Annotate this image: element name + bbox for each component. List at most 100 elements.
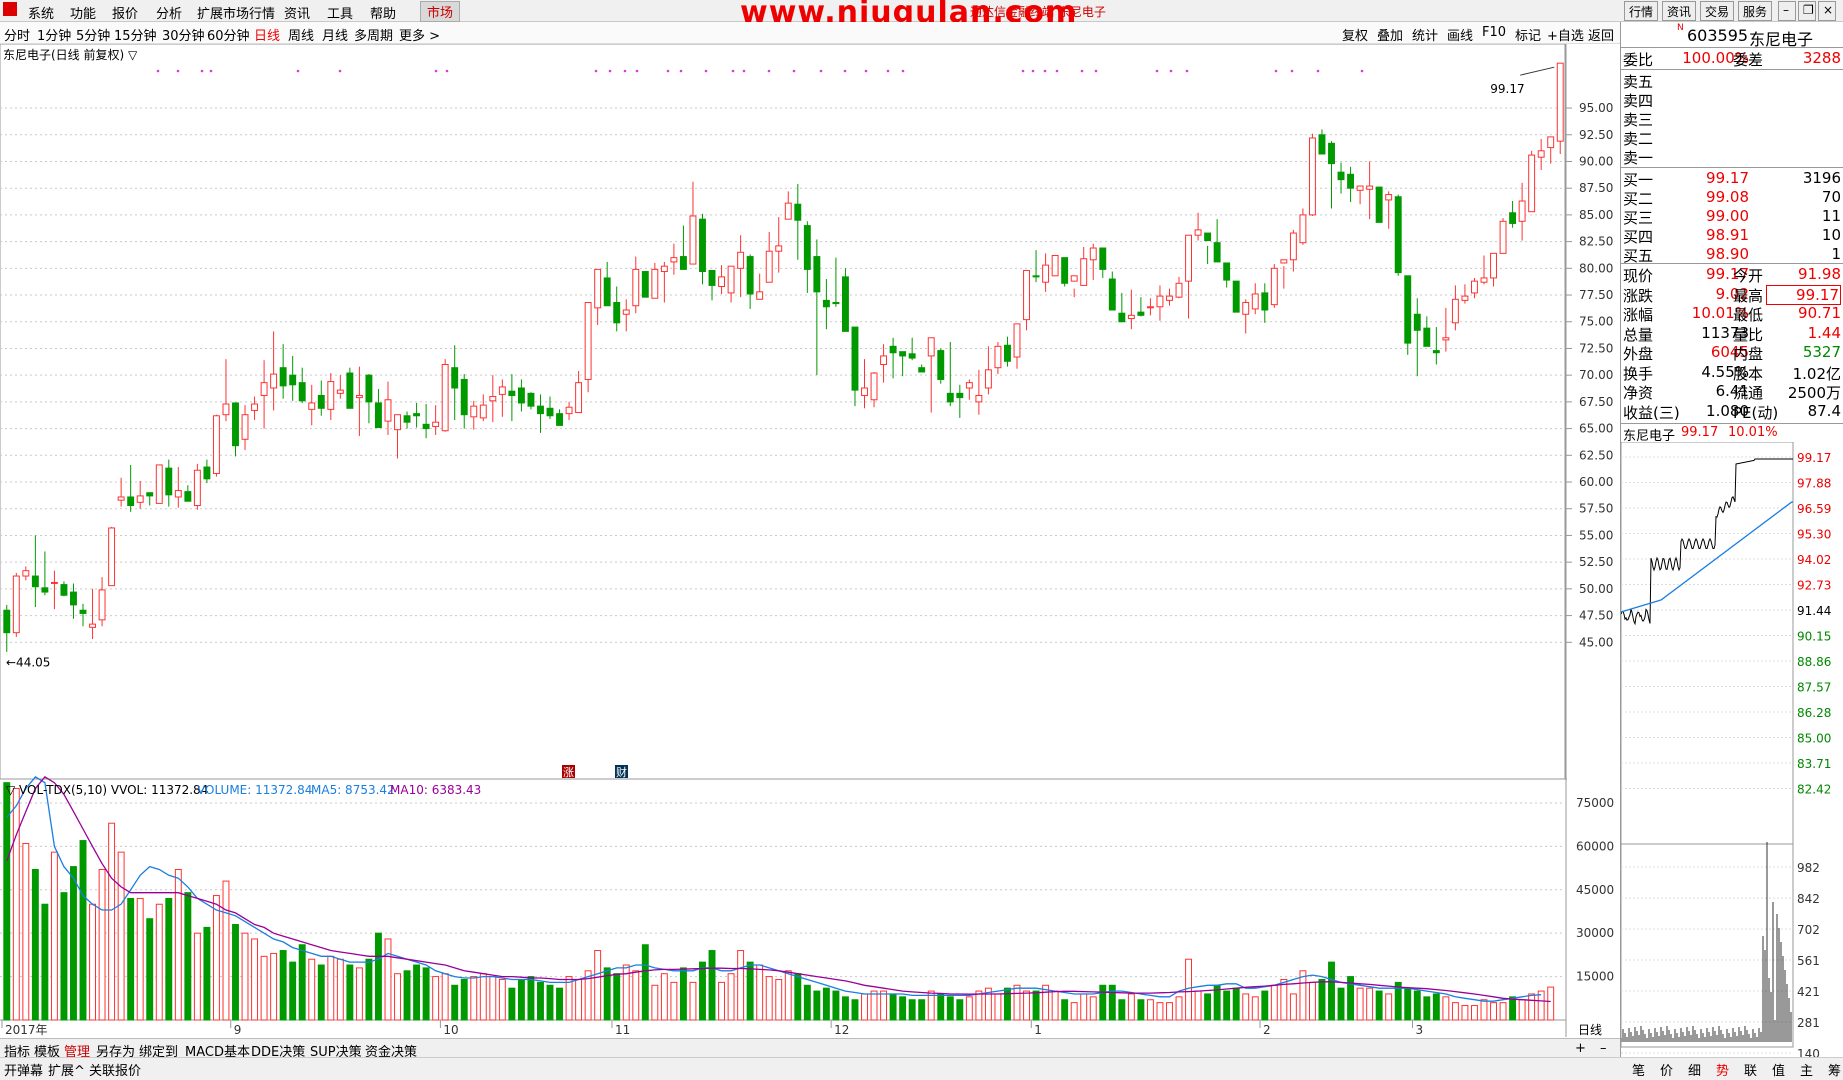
info-mine-dot[interactable] xyxy=(176,69,180,73)
period-daily[interactable]: 日线 xyxy=(254,25,280,44)
menu-function[interactable]: 功能 xyxy=(70,3,96,22)
buy-level-volume: 10 xyxy=(1821,226,1841,244)
menu-quote[interactable]: 报价 xyxy=(112,3,138,22)
info-mine-dot[interactable] xyxy=(1185,69,1189,73)
info-mine-dot[interactable] xyxy=(679,69,683,73)
info-mine-dot[interactable] xyxy=(843,69,847,73)
btn-mark[interactable]: 标记 xyxy=(1515,25,1541,44)
period-more[interactable]: 更多 > xyxy=(399,25,440,44)
info-mine-dot[interactable] xyxy=(819,69,823,73)
quote-tab[interactable]: 细 xyxy=(1688,1060,1701,1079)
volume-bar xyxy=(1261,990,1269,1021)
info-mine-dot[interactable] xyxy=(156,69,160,73)
period-1min[interactable]: 1分钟 xyxy=(37,25,71,44)
btn-add-watch[interactable]: +自选 xyxy=(1547,25,1584,44)
info-mine-dot[interactable] xyxy=(1290,69,1294,73)
info-mine-dot[interactable] xyxy=(209,69,213,73)
quote-tab[interactable]: 联 xyxy=(1744,1060,1757,1079)
btn-back[interactable]: 返回 xyxy=(1588,25,1614,44)
info-mine-dot[interactable] xyxy=(886,69,890,73)
quote-tab[interactable]: 笔 xyxy=(1632,1060,1645,1079)
info-mine-dot[interactable] xyxy=(864,69,868,73)
price-tick-label: 87.50 xyxy=(1579,181,1613,195)
info-mine-dot[interactable] xyxy=(434,69,438,73)
info-mine-dot[interactable] xyxy=(594,69,598,73)
btn-danmaku[interactable]: 开弹幕 xyxy=(4,1060,43,1079)
info-mine-dot[interactable] xyxy=(1155,69,1159,73)
info-mine-dot[interactable] xyxy=(623,69,627,73)
volume-bar xyxy=(422,967,430,1021)
info-mine-dot[interactable] xyxy=(1094,69,1098,73)
event-badge-fin-label: 财 xyxy=(616,765,627,779)
info-mine-dot[interactable] xyxy=(445,69,449,73)
info-mine-dot[interactable] xyxy=(1021,69,1025,73)
info-mine-dot[interactable] xyxy=(1055,69,1059,73)
btn-stats[interactable]: 统计 xyxy=(1412,25,1438,44)
restore-icon[interactable]: ❐ xyxy=(1798,1,1816,21)
mini-timeshare-chart[interactable]: 99.17 97.88 96.59 95.30 94.02 92.73 91.44 90.15… xyxy=(1621,442,1843,1057)
info-mine-dot[interactable] xyxy=(296,69,300,73)
info-mine-dot[interactable] xyxy=(666,69,670,73)
candle-body xyxy=(1070,275,1078,282)
info-mine-dot[interactable] xyxy=(704,69,708,73)
info-mine-dot[interactable] xyxy=(200,69,204,73)
info-mine-dot[interactable] xyxy=(608,69,612,73)
candle-body xyxy=(1213,242,1221,263)
info-mine-dot[interactable] xyxy=(635,69,639,73)
candle-body xyxy=(756,291,764,300)
info-mine-dot[interactable] xyxy=(1316,69,1320,73)
info-mine-dot[interactable] xyxy=(1080,69,1084,73)
period-5min[interactable]: 5分钟 xyxy=(76,25,110,44)
period-30min[interactable]: 30分钟 xyxy=(162,25,205,44)
btn-f10[interactable]: F10 xyxy=(1482,25,1506,40)
btn-info[interactable]: 资讯 xyxy=(1662,1,1697,21)
volume-bar xyxy=(880,990,888,1021)
quote-tab[interactable]: 价 xyxy=(1660,1060,1673,1079)
menu-analysis[interactable]: 分析 xyxy=(156,3,182,22)
info-mine-dot[interactable] xyxy=(792,69,796,73)
period-weekly[interactable]: 周线 xyxy=(288,25,314,44)
period-multi[interactable]: 多周期 xyxy=(354,25,393,44)
kline-chart[interactable]: 45.00 47.50 50.00 52.50 55.00 57.50 60.00 62.50… xyxy=(0,44,1620,1038)
info-mine-dot[interactable] xyxy=(1360,69,1364,73)
info-mine-dot[interactable] xyxy=(767,69,771,73)
period-15min[interactable]: 15分钟 xyxy=(114,25,157,44)
period-monthly[interactable]: 月线 xyxy=(322,25,348,44)
period-60min[interactable]: 60分钟 xyxy=(207,25,250,44)
minimize-icon[interactable]: – xyxy=(1778,1,1796,21)
close-icon[interactable]: × xyxy=(1818,1,1836,21)
menu-market[interactable]: 市场 xyxy=(420,1,461,22)
btn-overlay[interactable]: 叠加 xyxy=(1377,25,1403,44)
info-mine-dot[interactable] xyxy=(1043,69,1047,73)
info-mine-dot[interactable] xyxy=(1274,69,1278,73)
btn-draw[interactable]: 画线 xyxy=(1447,25,1473,44)
btn-linked-quote[interactable]: 关联报价 xyxy=(89,1060,141,1079)
buy-level-volume: 70 xyxy=(1821,188,1841,206)
menu-help[interactable]: 帮助 xyxy=(370,3,396,22)
btn-adjust[interactable]: 复权 xyxy=(1342,25,1368,44)
info-mine-dot[interactable] xyxy=(1031,69,1035,73)
x-tick-label: 11 xyxy=(615,1023,630,1037)
app-logo-icon[interactable] xyxy=(3,2,17,16)
menu-info[interactable]: 资讯 xyxy=(284,3,310,22)
info-mine-dot[interactable] xyxy=(901,69,905,73)
info-mine-dot[interactable] xyxy=(742,69,746,73)
btn-service[interactable]: 服务 xyxy=(1738,1,1773,21)
info-mine-dot[interactable] xyxy=(731,69,735,73)
quote-tab[interactable]: 主 xyxy=(1800,1060,1813,1079)
btn-quote[interactable]: 行情 xyxy=(1624,1,1659,21)
menu-ext-market[interactable]: 扩展市场行情 xyxy=(197,3,275,22)
btn-trade[interactable]: 交易 xyxy=(1700,1,1735,21)
btn-extend[interactable]: 扩展^ xyxy=(48,1060,85,1079)
zoom-plus-button[interactable]: + xyxy=(1575,1041,1586,1056)
info-mine-dot[interactable] xyxy=(338,69,342,73)
menu-tools[interactable]: 工具 xyxy=(327,3,353,22)
quote-tab[interactable]: 值 xyxy=(1772,1060,1785,1079)
info-mine-dot[interactable] xyxy=(1169,69,1173,73)
quote-tab[interactable]: 筹 xyxy=(1828,1060,1841,1079)
candle-body xyxy=(1270,267,1278,306)
zoom-minus-button[interactable]: – xyxy=(1600,1041,1607,1056)
period-timeshare[interactable]: 分时 xyxy=(4,25,30,44)
quote-tab[interactable]: 势 xyxy=(1716,1060,1729,1079)
menu-system[interactable]: 系统 xyxy=(28,3,54,22)
